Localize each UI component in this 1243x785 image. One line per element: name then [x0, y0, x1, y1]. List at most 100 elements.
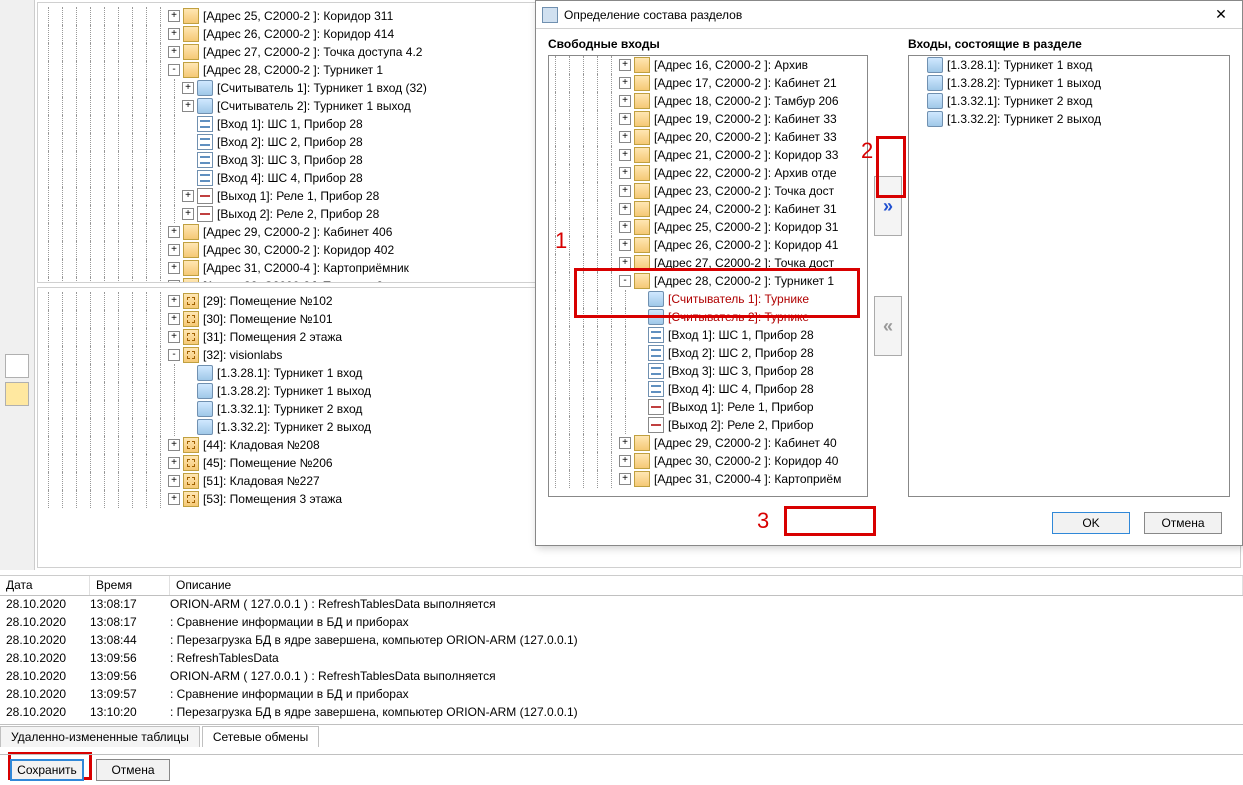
log-desc: : RefreshTablesData	[170, 651, 1243, 667]
expand-icon[interactable]: +	[168, 226, 180, 238]
tree-item[interactable]: -[Адрес 28, С2000-2 ]: Турникет 1	[549, 272, 867, 290]
close-button[interactable]: ✕	[1206, 5, 1236, 25]
expand-icon[interactable]: +	[168, 262, 180, 274]
log-row[interactable]: 28.10.202013:08:17ORION-ARM ( 127.0.0.1 …	[0, 596, 1243, 614]
tree-item-label: [Адрес 22, С2000-2 ]: Архив отде	[654, 166, 837, 180]
log-row[interactable]: 28.10.202013:10:20: Перезагрузка БД в яд…	[0, 704, 1243, 722]
log-row[interactable]: 28.10.202013:09:56: RefreshTablesData	[0, 650, 1243, 668]
tree-item[interactable]: +[Адрес 27, С2000-2 ]: Точка дост	[549, 254, 867, 272]
tree-item[interactable]: [Считыватель 2]: Турнике	[549, 308, 867, 326]
list-item[interactable]: [1.3.32.1]: Турникет 2 вход	[909, 92, 1229, 110]
tree-item[interactable]: + [Адрес 22, С2000-2 ]: Архив отде	[549, 164, 867, 182]
move-right-button[interactable]: »	[874, 176, 902, 236]
list-item[interactable]: [1.3.28.2]: Турникет 1 выход	[909, 74, 1229, 92]
tree-item-label: [Адрес 28, С2000-2 ]: Турникет 1	[203, 63, 383, 77]
tree-item[interactable]: [Выход 2]: Реле 2, Прибор	[549, 416, 867, 434]
tree-item[interactable]: +[Адрес 31, С2000-4 ]: Картоприём	[549, 470, 867, 488]
tree-item[interactable]: [Считыватель 1]: Турнике	[549, 290, 867, 308]
expand-icon[interactable]: +	[619, 437, 631, 449]
list-item[interactable]: [1.3.28.1]: Турникет 1 вход	[909, 56, 1229, 74]
expand-icon[interactable]: +	[168, 280, 180, 283]
loop-icon	[197, 134, 213, 150]
expand-icon[interactable]: +	[619, 77, 631, 89]
expand-icon[interactable]: +	[168, 295, 180, 307]
expand-icon[interactable]: +	[168, 46, 180, 58]
expand-icon[interactable]: +	[168, 475, 180, 487]
log-row[interactable]: 28.10.202013:08:44: Перезагрузка БД в яд…	[0, 632, 1243, 650]
tree-item[interactable]: +[Адрес 29, С2000-2 ]: Кабинет 40	[549, 434, 867, 452]
expand-icon[interactable]: +	[619, 239, 631, 251]
dev-icon	[634, 219, 650, 235]
tab-network-exchange[interactable]: Сетевые обмены	[202, 726, 319, 747]
collapse-icon[interactable]: -	[168, 349, 180, 361]
ok-button[interactable]: OK	[1052, 512, 1130, 534]
reader-icon	[648, 291, 664, 307]
tree-item[interactable]: + [Адрес 16, С2000-2 ]: Архив	[549, 56, 867, 74]
tool-generic-icon[interactable]	[5, 354, 29, 378]
log-header-date[interactable]: Дата	[0, 576, 90, 595]
footer-cancel-button[interactable]: Отмена	[96, 759, 170, 781]
tree-item[interactable]: [Вход 2]: ШС 2, Прибор 28	[549, 344, 867, 362]
expand-icon[interactable]: +	[619, 221, 631, 233]
tree-item[interactable]: [Вход 4]: ШС 4, Прибор 28	[549, 380, 867, 398]
expand-icon[interactable]: +	[619, 167, 631, 179]
expand-icon[interactable]: +	[619, 149, 631, 161]
reader-icon	[927, 57, 943, 73]
expand-icon[interactable]: +	[182, 100, 194, 112]
expand-icon[interactable]: +	[168, 28, 180, 40]
tree-item-label: [Адрес 16, С2000-2 ]: Архив	[654, 58, 808, 72]
expand-icon[interactable]: +	[619, 203, 631, 215]
log-row[interactable]: 28.10.202013:09:57: Сравнение информации…	[0, 686, 1243, 704]
expand-icon[interactable]: +	[168, 457, 180, 469]
expand-icon[interactable]: +	[168, 313, 180, 325]
expand-icon[interactable]: +	[182, 190, 194, 202]
log-row[interactable]: 28.10.202013:08:17: Сравнение информации…	[0, 614, 1243, 632]
expand-icon[interactable]: +	[619, 455, 631, 467]
expand-icon[interactable]: +	[619, 59, 631, 71]
reader-icon	[197, 419, 213, 435]
expand-icon[interactable]: +	[168, 244, 180, 256]
tree-item[interactable]: +[Адрес 23, С2000-2 ]: Точка дост	[549, 182, 867, 200]
expand-icon[interactable]: +	[182, 82, 194, 94]
tree-item[interactable]: [Вход 3]: ШС 3, Прибор 28	[549, 362, 867, 380]
expand-icon[interactable]: +	[168, 493, 180, 505]
expand-icon[interactable]: +	[619, 131, 631, 143]
list-item[interactable]: [1.3.32.2]: Турникет 2 выход	[909, 110, 1229, 128]
tree-item-label: [Считыватель 2]: Турникет 1 выход	[217, 99, 411, 113]
log-time: 13:08:17	[90, 597, 170, 613]
expand-icon[interactable]: +	[619, 185, 631, 197]
tree-item[interactable]: +[Адрес 24, С2000-2 ]: Кабинет 31	[549, 200, 867, 218]
expand-icon[interactable]: +	[619, 95, 631, 107]
cancel-button[interactable]: Отмена	[1144, 512, 1222, 534]
expand-icon[interactable]: +	[168, 439, 180, 451]
log-row[interactable]: 28.10.202013:09:56ORION-ARM ( 127.0.0.1 …	[0, 668, 1243, 686]
move-left-button[interactable]: «	[874, 296, 902, 356]
log-header-time[interactable]: Время	[90, 576, 170, 595]
tool-calendar-icon[interactable]	[5, 382, 29, 406]
collapse-icon[interactable]: -	[168, 64, 180, 76]
assigned-inputs-list[interactable]: [1.3.28.1]: Турникет 1 вход[1.3.28.2]: Т…	[908, 55, 1230, 497]
log-header-desc[interactable]: Описание	[170, 576, 1243, 595]
tree-item[interactable]: [Вход 1]: ШС 1, Прибор 28	[549, 326, 867, 344]
tab-remote-changed[interactable]: Удаленно-измененные таблицы	[0, 726, 200, 747]
expand-icon[interactable]: +	[619, 473, 631, 485]
tree-item[interactable]: +[Адрес 20, С2000-2 ]: Кабинет 33	[549, 128, 867, 146]
expand-icon[interactable]: +	[619, 113, 631, 125]
log-time: 13:09:57	[90, 687, 170, 703]
tree-item[interactable]: +[Адрес 21, С2000-2 ]: Коридор 33	[549, 146, 867, 164]
tree-item[interactable]: [Выход 1]: Реле 1, Прибор	[549, 398, 867, 416]
tree-item[interactable]: +[Адрес 19, С2000-2 ]: Кабинет 33	[549, 110, 867, 128]
zone-icon	[183, 437, 199, 453]
free-inputs-list[interactable]: + [Адрес 16, С2000-2 ]: Архив +[Адрес 17, …	[548, 55, 868, 497]
save-button[interactable]: Сохранить	[10, 759, 84, 781]
tree-item[interactable]: +[Адрес 25, С2000-2 ]: Коридор 31	[549, 218, 867, 236]
tree-item[interactable]: +[Адрес 30, С2000-2 ]: Коридор 40	[549, 452, 867, 470]
tree-item[interactable]: +[Адрес 26, С2000-2 ]: Коридор 41	[549, 236, 867, 254]
tree-item[interactable]: +[Адрес 18, С2000-2 ]: Тамбур 206	[549, 92, 867, 110]
tree-item[interactable]: +[Адрес 17, С2000-2 ]: Кабинет 21	[549, 74, 867, 92]
expand-icon[interactable]: +	[619, 257, 631, 269]
expand-icon[interactable]: +	[168, 10, 180, 22]
expand-icon[interactable]: +	[168, 331, 180, 343]
expand-icon[interactable]: +	[182, 208, 194, 220]
collapse-icon[interactable]: -	[619, 275, 631, 287]
